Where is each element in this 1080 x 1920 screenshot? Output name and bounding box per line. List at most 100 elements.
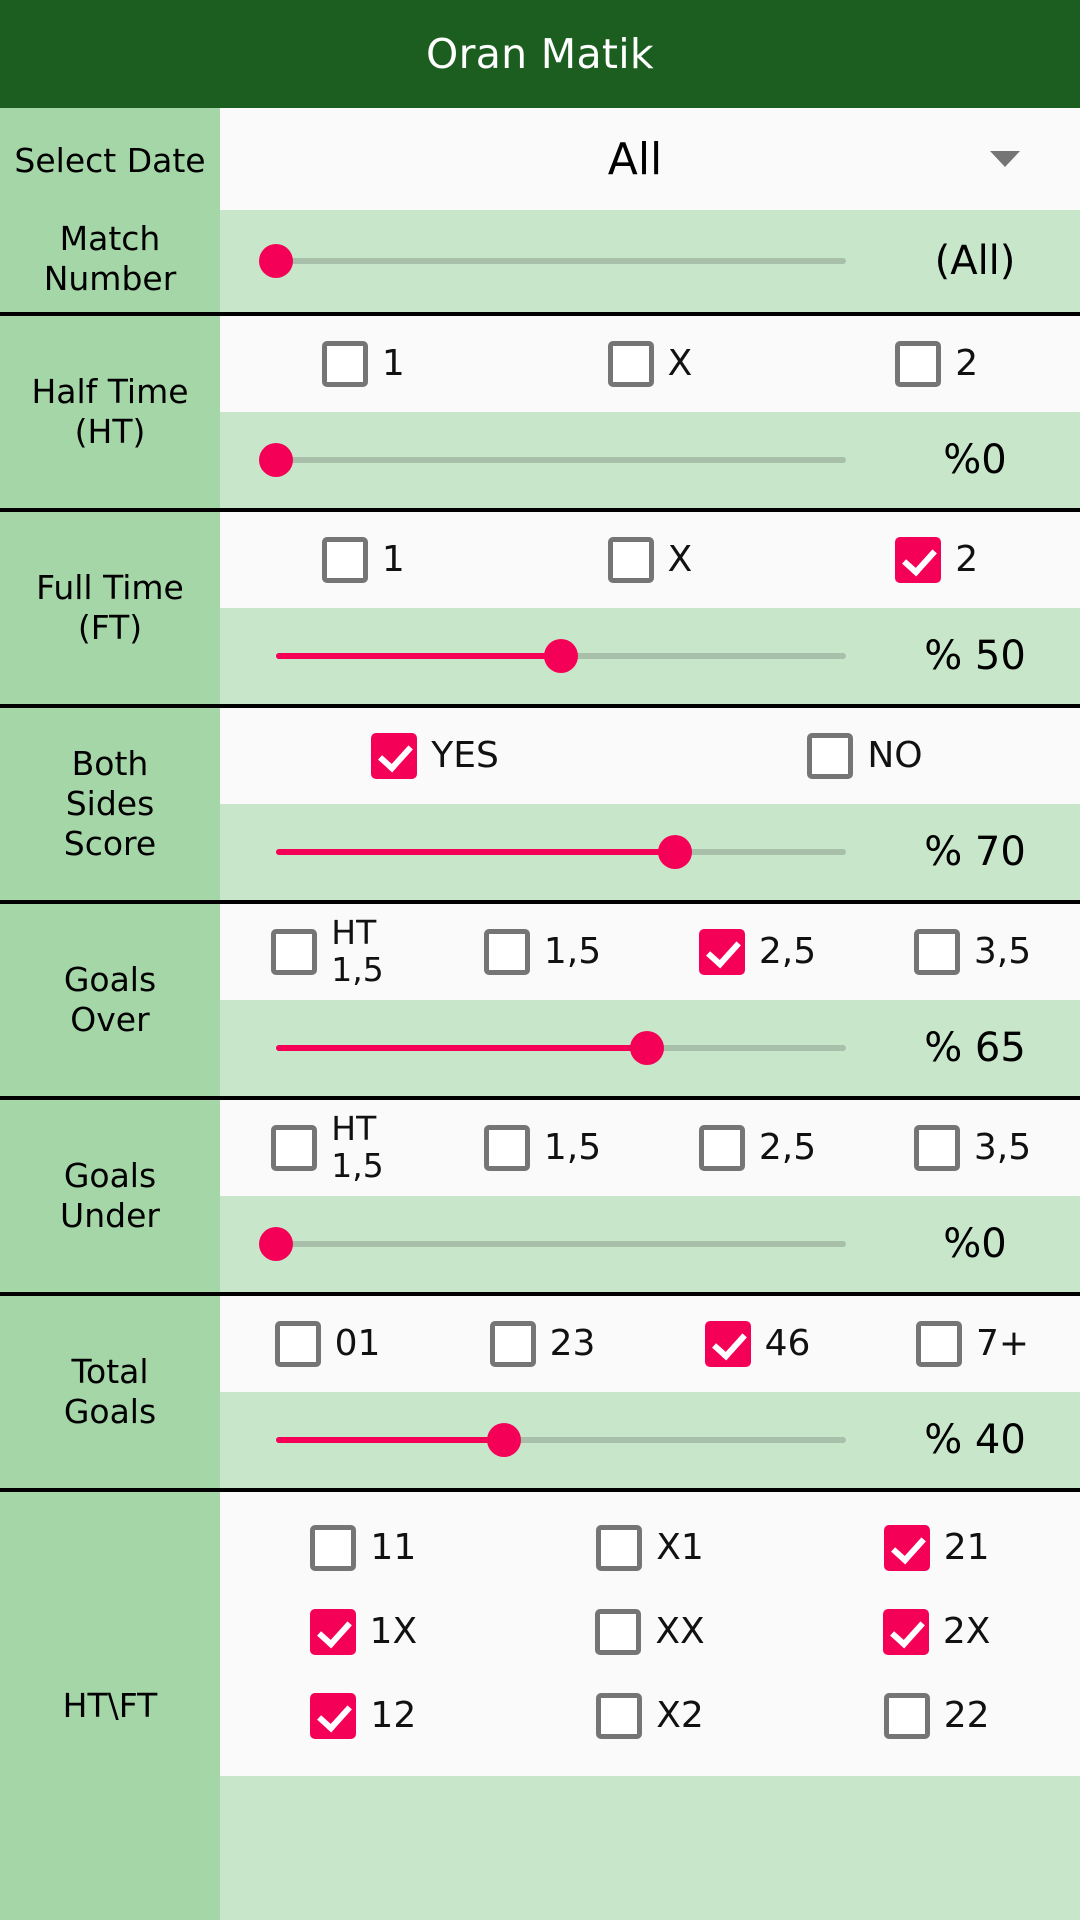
- half-time-slider[interactable]: [220, 425, 870, 495]
- checkbox-item-ft-2[interactable]: 2: [793, 537, 1080, 583]
- checkbox-icon-gu-15[interactable]: [483, 1125, 530, 1171]
- checkbox-label-htft-1x: 1X: [369, 1611, 418, 1653]
- select-date-dropdown[interactable]: All: [220, 108, 1080, 210]
- label-half-time-text: Half Time (HT): [31, 371, 189, 451]
- both-sides-slider[interactable]: [220, 817, 870, 887]
- slider-track[interactable]: [259, 244, 846, 278]
- checkbox-icon-ht-x[interactable]: [607, 341, 654, 387]
- slider-thumb[interactable]: [259, 244, 293, 278]
- checkbox-label-ft-2: 2: [955, 539, 979, 581]
- checkbox-label-ft-x: X: [667, 539, 693, 581]
- checkbox-icon-ht-1[interactable]: [321, 341, 368, 387]
- goals-over-slider[interactable]: [220, 1013, 870, 1083]
- checkbox-icon-tg-7plus[interactable]: [915, 1321, 962, 1367]
- slider-track[interactable]: [259, 1227, 846, 1261]
- slider-thumb[interactable]: [259, 443, 293, 477]
- section-select-date: Select Date Match Number All (All): [0, 108, 1080, 312]
- checkbox-item-gu-35[interactable]: 3,5: [865, 1125, 1080, 1171]
- checkbox-item-htft-22[interactable]: 22: [793, 1693, 1080, 1739]
- checkbox-item-htft-x1[interactable]: X1: [507, 1525, 794, 1571]
- checkbox-item-htft-11[interactable]: 11: [220, 1525, 507, 1571]
- checkbox-item-htft-xx[interactable]: XX: [507, 1609, 794, 1655]
- checkbox-icon-htft-21[interactable]: [883, 1525, 930, 1571]
- checkbox-icon-tg-23[interactable]: [489, 1321, 536, 1367]
- match-number-value: (All): [934, 238, 1016, 284]
- checkbox-icon-ft-1[interactable]: [321, 537, 368, 583]
- checkbox-item-htft-12[interactable]: 12: [220, 1693, 507, 1739]
- checkbox-icon-htft-1x[interactable]: [309, 1609, 356, 1655]
- checkbox-label-go-35: 3,5: [973, 931, 1032, 973]
- checkbox-item-gu-ht15[interactable]: HT 1,5: [220, 1110, 435, 1185]
- slider-thumb[interactable]: [487, 1423, 521, 1457]
- checkbox-label-htft-11: 11: [370, 1527, 417, 1569]
- goals-over-percent: % 65: [924, 1025, 1026, 1071]
- checkbox-icon-htft-x2[interactable]: [596, 1693, 643, 1739]
- checkbox-item-tg-46[interactable]: 46: [650, 1321, 865, 1367]
- checkbox-item-htft-21[interactable]: 21: [793, 1525, 1080, 1571]
- goals-under-slider[interactable]: [220, 1209, 870, 1279]
- total-goals-slider[interactable]: [220, 1405, 870, 1475]
- match-number-slider[interactable]: [220, 226, 870, 296]
- checkbox-item-go-ht15[interactable]: HT 1,5: [220, 914, 435, 989]
- checkbox-icon-gu-25[interactable]: [698, 1125, 745, 1171]
- checkbox-item-bss-no[interactable]: NO: [650, 733, 1080, 779]
- checkbox-icon-go-15[interactable]: [483, 929, 530, 975]
- checkbox-item-ft-1[interactable]: 1: [220, 537, 507, 583]
- slider-track[interactable]: [276, 1423, 846, 1457]
- checkbox-icon-go-35[interactable]: [913, 929, 960, 975]
- checkbox-icon-ft-x[interactable]: [607, 537, 654, 583]
- checkbox-item-htft-2x[interactable]: 2X: [793, 1609, 1080, 1655]
- checkbox-item-tg-23[interactable]: 23: [435, 1321, 650, 1367]
- checkbox-label-htft-2x: 2X: [942, 1611, 991, 1653]
- section-goals-over: Goals Over HT 1,5 1,5 2,5 3,5 % 65: [0, 900, 1080, 1096]
- section-labels-date-match: Select Date Match Number: [0, 108, 220, 312]
- slider-thumb[interactable]: [658, 835, 692, 869]
- full-time-slider[interactable]: [220, 621, 870, 691]
- checkbox-icon-gu-35[interactable]: [913, 1125, 960, 1171]
- checkbox-icon-htft-2x[interactable]: [882, 1609, 929, 1655]
- half-time-options: 1 X 2: [220, 316, 1080, 412]
- chevron-down-icon[interactable]: [990, 151, 1080, 167]
- checkbox-item-tg-01[interactable]: 01: [220, 1321, 435, 1367]
- checkbox-item-htft-x2[interactable]: X2: [507, 1693, 794, 1739]
- checkbox-icon-bss-yes[interactable]: [371, 733, 418, 779]
- checkbox-icon-htft-x1[interactable]: [596, 1525, 643, 1571]
- checkbox-item-tg-7plus[interactable]: 7+: [865, 1321, 1080, 1367]
- checkbox-item-bss-yes[interactable]: YES: [220, 733, 650, 779]
- checkbox-item-go-15[interactable]: 1,5: [435, 929, 650, 975]
- total-goals-options: 01 23 46 7+: [220, 1296, 1080, 1392]
- slider-thumb[interactable]: [629, 1031, 664, 1065]
- checkbox-icon-htft-11[interactable]: [310, 1525, 357, 1571]
- checkbox-item-ht-2[interactable]: 2: [793, 341, 1080, 387]
- slider-thumb[interactable]: [544, 639, 578, 673]
- content-full-time: 1 X 2 % 50: [220, 512, 1080, 704]
- checkbox-item-ft-x[interactable]: X: [507, 537, 794, 583]
- checkbox-icon-htft-xx[interactable]: [595, 1609, 642, 1655]
- checkbox-item-go-25[interactable]: 2,5: [650, 929, 865, 975]
- checkbox-icon-ht-2[interactable]: [895, 341, 942, 387]
- checkbox-icon-gu-ht15[interactable]: [271, 1125, 318, 1171]
- checkbox-item-gu-25[interactable]: 2,5: [650, 1125, 865, 1171]
- ht-ft-row-1: 11 X1 21: [220, 1506, 1080, 1590]
- ht-ft-row-2: 1X XX 2X: [220, 1590, 1080, 1674]
- checkbox-icon-tg-46[interactable]: [704, 1321, 751, 1367]
- checkbox-icon-go-ht15[interactable]: [271, 929, 318, 975]
- slider-track[interactable]: [276, 1031, 846, 1065]
- checkbox-item-ht-x[interactable]: X: [507, 341, 794, 387]
- slider-track[interactable]: [276, 835, 846, 869]
- checkbox-icon-bss-no[interactable]: [807, 733, 854, 779]
- slider-thumb[interactable]: [259, 1227, 293, 1261]
- checkbox-icon-tg-01[interactable]: [274, 1321, 321, 1367]
- checkbox-icon-htft-12[interactable]: [310, 1693, 357, 1739]
- checkbox-item-ht-1[interactable]: 1: [220, 341, 507, 387]
- checkbox-label-tg-23: 23: [549, 1323, 596, 1365]
- slider-track[interactable]: [276, 639, 846, 673]
- checkbox-item-gu-15[interactable]: 1,5: [435, 1125, 650, 1171]
- checkbox-icon-htft-22[interactable]: [883, 1693, 930, 1739]
- checkbox-icon-ft-2[interactable]: [895, 537, 942, 583]
- slider-track[interactable]: [259, 443, 846, 477]
- checkbox-icon-go-25[interactable]: [698, 929, 745, 975]
- checkbox-item-htft-1x[interactable]: 1X: [220, 1609, 507, 1655]
- half-time-percent: %0: [943, 437, 1007, 483]
- checkbox-item-go-35[interactable]: 3,5: [865, 929, 1080, 975]
